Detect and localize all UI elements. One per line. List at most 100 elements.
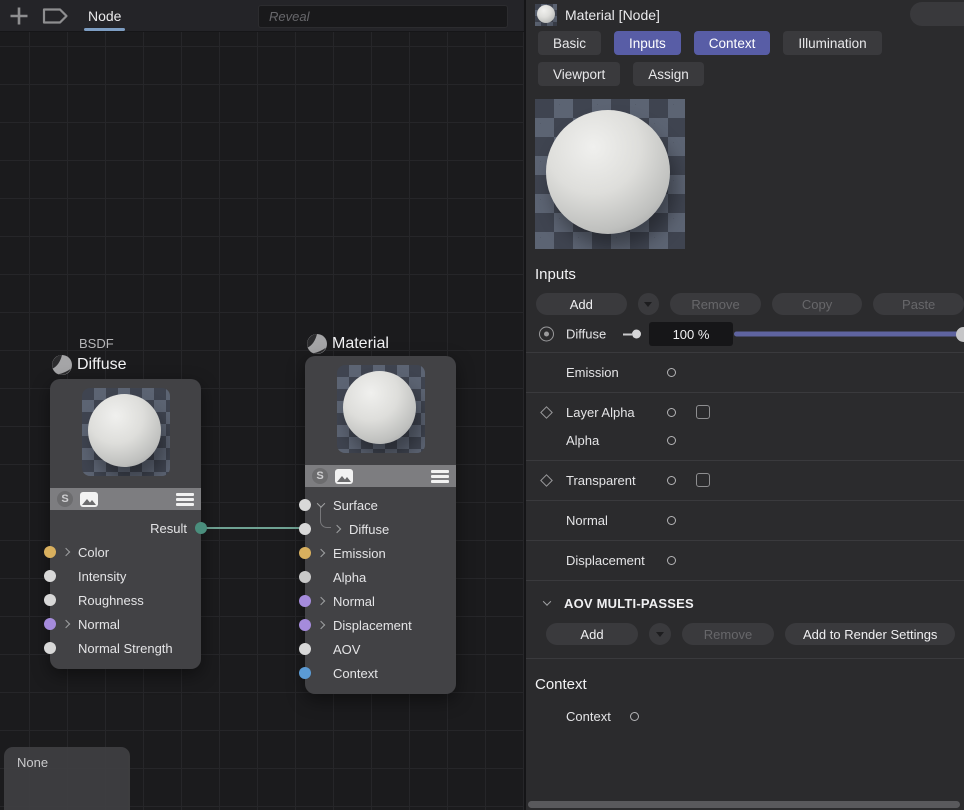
context-section-heading: Context: [526, 672, 964, 696]
port-circle-icon[interactable]: [667, 436, 676, 445]
reveal-search-input[interactable]: [258, 5, 508, 28]
input-port-dot[interactable]: [44, 618, 56, 630]
port-row-normal: Normal: [50, 612, 201, 636]
input-port-dot[interactable]: [299, 499, 311, 511]
diffuse-input-row: Diffuse 100 %: [526, 316, 964, 353]
tab-illumination[interactable]: Illumination: [783, 31, 881, 55]
displacement-label: Displacement: [566, 553, 645, 568]
connected-port-icon[interactable]: [623, 330, 641, 339]
input-port-dot[interactable]: [44, 642, 56, 654]
add-to-render-settings-button[interactable]: Add to Render Settings: [785, 623, 955, 645]
input-port-dot[interactable]: [299, 667, 311, 679]
panel-corner-button[interactable]: [910, 2, 964, 26]
displacement-group: Displacement: [526, 541, 964, 581]
tab-inputs[interactable]: Inputs: [614, 31, 681, 55]
diamond-icon[interactable]: [540, 406, 553, 419]
paste-button[interactable]: Paste: [873, 293, 964, 315]
input-port-dot[interactable]: [299, 595, 311, 607]
material-node-title[interactable]: Material: [332, 335, 389, 353]
panel-tabs: Basic Inputs Context Illumination Viewpo…: [526, 28, 964, 86]
horizontal-scrollbar[interactable]: [528, 801, 960, 808]
aov-heading: AOV MULTI-PASSES: [564, 596, 694, 611]
port-label: Normal: [333, 594, 375, 609]
tab-context[interactable]: Context: [694, 31, 771, 55]
port-circle-icon[interactable]: [667, 516, 676, 525]
emission-label: Emission: [566, 365, 619, 380]
input-port-dot[interactable]: [299, 619, 311, 631]
solo-icon[interactable]: S: [57, 491, 73, 507]
bsdf-node-title[interactable]: Diffuse: [77, 356, 127, 374]
port-circle-icon[interactable]: [630, 712, 639, 721]
tab-node[interactable]: Node: [84, 0, 125, 32]
inputs-button-row: Add Remove Copy Paste: [526, 292, 964, 316]
hamburger-menu-icon[interactable]: [176, 493, 194, 506]
diffuse-slider[interactable]: [734, 332, 964, 337]
slider-handle[interactable]: [956, 327, 964, 342]
chevron-right-icon[interactable]: [333, 525, 341, 533]
remove-button[interactable]: Remove: [670, 293, 761, 315]
chevron-right-icon[interactable]: [317, 549, 325, 557]
layer-alpha-row: Layer Alpha: [526, 398, 964, 426]
aov-remove-button[interactable]: Remove: [682, 623, 774, 645]
port-circle-icon[interactable]: [667, 556, 676, 565]
eye-visibility-icon[interactable]: [539, 327, 554, 342]
tab-basic[interactable]: Basic: [538, 31, 601, 55]
port-circle-icon[interactable]: [667, 408, 676, 417]
preview-image-icon[interactable]: [80, 492, 98, 507]
copy-button[interactable]: Copy: [772, 293, 863, 315]
normal-label: Normal: [566, 513, 608, 528]
input-port-dot[interactable]: [299, 643, 311, 655]
material-node-bar: S: [305, 465, 456, 487]
inputs-section-heading: Inputs: [526, 262, 964, 286]
chevron-right-icon[interactable]: [62, 620, 70, 628]
layer-alpha-checkbox[interactable]: [696, 405, 710, 419]
aov-section-header[interactable]: AOV MULTI-PASSES: [526, 590, 964, 616]
node-sphere-icon: [50, 353, 74, 377]
port-row-context: Context: [305, 661, 456, 685]
port-row-result: Result: [50, 516, 201, 540]
chevron-right-icon[interactable]: [317, 621, 325, 629]
input-port-dot-connected[interactable]: [299, 523, 311, 535]
chevron-down-icon[interactable]: [317, 499, 325, 507]
port-label: AOV: [333, 642, 360, 657]
add-button[interactable]: Add: [536, 293, 627, 315]
material-node-caption: Material: [305, 332, 389, 356]
port-circle-icon[interactable]: [667, 368, 676, 377]
chevron-right-icon[interactable]: [62, 548, 70, 556]
port-label: Alpha: [333, 570, 366, 585]
material-thumbnail-icon: [535, 4, 557, 26]
port-label: Displacement: [333, 618, 412, 633]
hamburger-menu-icon[interactable]: [431, 470, 449, 483]
output-port-dot[interactable]: [195, 522, 207, 534]
connection-wire[interactable]: [203, 527, 307, 529]
aov-add-button[interactable]: Add: [546, 623, 638, 645]
aov-add-dropdown-arrow-button[interactable]: [649, 623, 671, 645]
port-label: Normal Strength: [78, 641, 173, 656]
input-port-dot[interactable]: [299, 571, 311, 583]
transparent-checkbox[interactable]: [696, 473, 710, 487]
port-label: Context: [333, 666, 378, 681]
material-node[interactable]: S Surface Diffuse: [305, 356, 456, 694]
transparent-group: Transparent: [526, 461, 964, 501]
tag-shape-icon[interactable]: [40, 5, 70, 27]
bsdf-diffuse-node[interactable]: S Result Color Intensity: [50, 379, 201, 669]
add-node-icon[interactable]: [8, 5, 30, 27]
port-circle-icon[interactable]: [667, 476, 676, 485]
input-port-dot[interactable]: [44, 570, 56, 582]
input-port-dot[interactable]: [44, 546, 56, 558]
add-dropdown-arrow-button[interactable]: [638, 293, 660, 315]
chevron-right-icon[interactable]: [317, 597, 325, 605]
bsdf-node-caption: BSDF Diffuse: [50, 335, 127, 377]
diamond-icon[interactable]: [540, 474, 553, 487]
solo-icon[interactable]: S: [312, 468, 328, 484]
input-port-dot[interactable]: [44, 594, 56, 606]
node-editor-canvas[interactable]: Node BSDF Diffuse S: [0, 0, 524, 810]
preview-image-icon[interactable]: [335, 469, 353, 484]
chevron-down-icon: [543, 597, 551, 605]
bsdf-node-bar: S: [50, 488, 201, 510]
selection-info-label: None: [17, 755, 48, 770]
tab-viewport[interactable]: Viewport: [538, 62, 620, 86]
tab-assign[interactable]: Assign: [633, 62, 704, 86]
input-port-dot[interactable]: [299, 547, 311, 559]
diffuse-value-field[interactable]: 100 %: [649, 322, 733, 346]
